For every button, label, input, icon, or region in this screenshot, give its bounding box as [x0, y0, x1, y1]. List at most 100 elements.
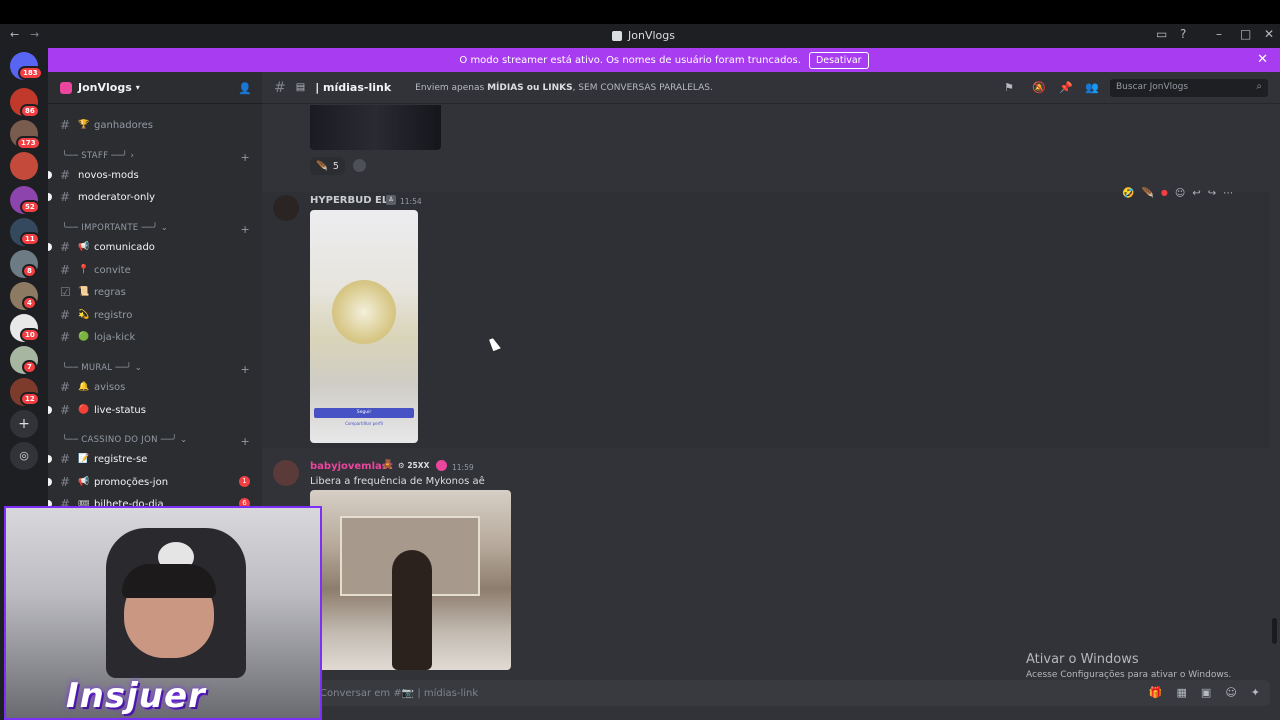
disable-streamer-button[interactable]: Desativar [808, 51, 869, 69]
memo-icon: 📝 [78, 454, 90, 464]
trophy-icon: 🏆 [78, 120, 90, 130]
more-options-icon[interactable]: ⋯ [1223, 188, 1233, 204]
unread-indicator [48, 478, 52, 486]
gif-icon[interactable]: ▦ [1177, 686, 1187, 699]
server-icon[interactable] [10, 152, 38, 180]
apps-icon[interactable]: ✦ [1251, 686, 1260, 699]
search-input[interactable]: Buscar JonVlogs ⌕ [1110, 79, 1268, 97]
scrollbar-thumb[interactable] [1272, 618, 1277, 644]
avatar[interactable] [273, 460, 299, 486]
server-badge: 52 [20, 200, 40, 214]
guild-tag-badge: ⚙ 25XX [398, 461, 430, 470]
channel-regras[interactable]: ☑ 📜 regras [48, 282, 262, 302]
message-actions: 🤣 🪶 ● ☺ ↩ ↪ ⋯ [1122, 188, 1233, 204]
hash-icon: # [60, 168, 71, 182]
discover-icon[interactable]: ◎ [10, 442, 38, 470]
member-list-icon[interactable]: 👥 [1085, 81, 1099, 94]
window-titlebar: ← → JonVlogs ▭ ? – □ ✕ [0, 24, 1280, 48]
channel-novos-mods[interactable]: # novos-mods [48, 165, 262, 185]
back-arrow-icon[interactable]: ← [10, 28, 19, 41]
guild-header[interactable]: JonVlogs ▾ 👤 [48, 72, 262, 104]
channel-loja-kick[interactable]: # 🟢 loja-kick [48, 327, 262, 347]
webcam-overlay: Insjuer [4, 506, 322, 720]
reaction-emoji-icon: 🪶 [316, 160, 328, 172]
forward-arrow-icon[interactable]: → [30, 28, 39, 41]
channel-comunicado[interactable]: # 📢 comunicado [48, 237, 262, 257]
image-follow-button: Seguir [314, 408, 414, 418]
channel-promocoes-jon[interactable]: # 📢 promoções-jon 1 [48, 472, 262, 492]
invite-people-icon[interactable]: 👤 [238, 82, 252, 95]
red-circle-icon: 🔴 [78, 405, 90, 415]
previous-attachment-image[interactable] [310, 105, 441, 150]
attachment-screenshot[interactable]: Seguir Compartilhar perfil [310, 210, 418, 443]
pin-icon: 📍 [78, 265, 90, 275]
streamer-mode-banner: O modo streamer está ativo. Os nomes de … [48, 48, 1280, 72]
minimize-icon[interactable]: – [1216, 27, 1222, 41]
hash-icon: # [274, 79, 286, 96]
hash-icon: # [60, 308, 71, 322]
guild-name: JonVlogs [78, 81, 132, 94]
add-channel-icon[interactable]: + [240, 223, 250, 236]
hash-icon: # [60, 452, 71, 466]
hash-icon: # [60, 240, 71, 254]
attachment-photo[interactable] [310, 490, 511, 670]
add-channel-icon[interactable]: + [240, 151, 250, 164]
help-icon[interactable]: ? [1180, 27, 1186, 41]
message-text: Libera a frequência de Mykonos aê [310, 476, 485, 487]
channel-live-status[interactable]: # 🔴 live-status [48, 400, 262, 420]
add-reaction-icon[interactable]: ☺ [1175, 188, 1185, 204]
hash-icon: # [60, 118, 71, 132]
sparkle-icon: 💫 [78, 310, 90, 320]
add-server-icon[interactable]: + [10, 410, 38, 438]
reply-icon[interactable]: ↩ [1192, 188, 1200, 204]
channel-convite[interactable]: # 📍 convite [48, 260, 262, 280]
pinned-messages-icon[interactable]: 📌 [1059, 81, 1073, 94]
banner-close-icon[interactable]: ✕ [1257, 52, 1268, 67]
person-shape [392, 550, 432, 670]
windows-activation-watermark: Ativar o Windows Acesse Configurações pa… [1026, 652, 1232, 680]
server-badge: 86 [20, 104, 40, 118]
maximize-icon[interactable]: □ [1240, 27, 1251, 41]
add-channel-icon[interactable]: + [240, 435, 250, 448]
message-author[interactable]: HYPERBUD ELI [310, 195, 392, 206]
sticker-icon[interactable]: ▣ [1201, 686, 1211, 699]
unread-indicator [48, 243, 52, 251]
channel-registro[interactable]: # 💫 registro [48, 305, 262, 325]
message-composer[interactable]: Conversar em #📷 | mídias-link 🎁 ▦ ▣ ☺ ✦ [310, 680, 1270, 706]
message-author[interactable]: babyjovemlast [310, 461, 393, 472]
forward-icon[interactable]: ↪ [1208, 188, 1216, 204]
server-badge: 12 [20, 392, 40, 406]
emoji-icon[interactable]: ☺ [1225, 686, 1236, 699]
reaction-chip[interactable]: 🪶 5 [310, 157, 345, 175]
reaction-feather-icon[interactable]: 🪶 [1141, 188, 1153, 204]
coin-image [332, 280, 396, 344]
banner-message: O modo streamer está ativo. Os nomes de … [459, 54, 801, 66]
megaphone-icon: 📢 [78, 242, 90, 252]
image-share-link: Compartilhar perfil [345, 421, 383, 426]
channel-moderator-only[interactable]: # moderator-only [48, 187, 262, 207]
channel-registre-se[interactable]: # 📝 registre-se [48, 449, 262, 469]
mention-count-badge: 1 [239, 476, 250, 487]
add-channel-icon[interactable]: + [240, 363, 250, 376]
inbox-icon[interactable]: ▭ [1156, 27, 1167, 41]
reaction-laugh-icon[interactable]: 🤣 [1122, 188, 1134, 204]
streamer-hair [122, 564, 216, 598]
avatar[interactable] [273, 195, 299, 221]
channel-header: # ▤ | mídias-link Enviem apenas MÍDIAS o… [262, 72, 1280, 104]
channel-avisos[interactable]: # 🔔 avisos [48, 377, 262, 397]
reaction-custom-icon[interactable]: ● [1161, 188, 1168, 204]
chevron-down-icon: ▾ [135, 83, 140, 92]
channel-ganhadores[interactable]: # 🏆 ganhadores [48, 115, 262, 135]
threads-icon[interactable]: ⚑ [1004, 81, 1014, 94]
notification-muted-icon[interactable]: 🔕 [1032, 81, 1046, 94]
rules-icon: ☑ [60, 285, 71, 299]
unread-indicator [48, 406, 52, 414]
add-reaction-icon[interactable] [353, 159, 366, 172]
bell-icon: 🔔 [78, 382, 90, 392]
channel-name: | mídias-link [315, 81, 392, 94]
unread-indicator [48, 171, 52, 179]
gift-icon[interactable]: 🎁 [1149, 686, 1163, 699]
hash-icon: # [60, 403, 71, 417]
green-circle-icon: 🟢 [78, 332, 90, 342]
close-window-icon[interactable]: ✕ [1264, 27, 1274, 41]
